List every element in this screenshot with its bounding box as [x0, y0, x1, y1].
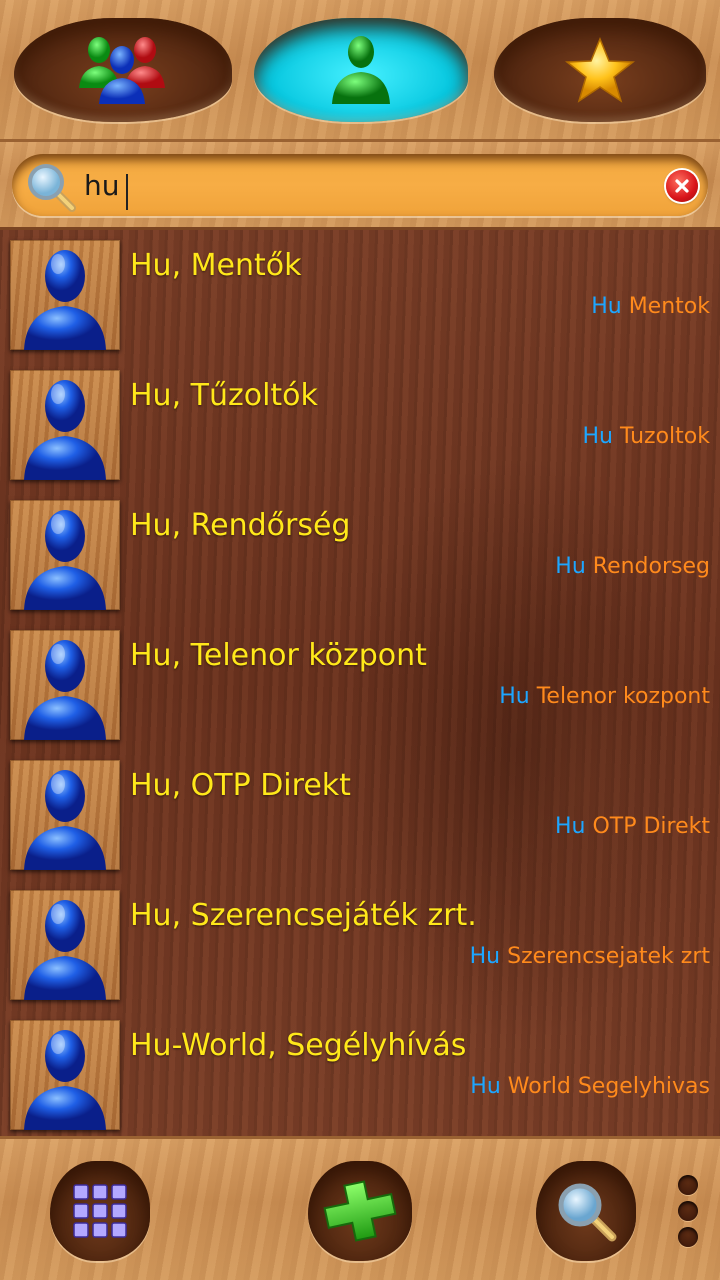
contact-row[interactable]: Hu, Tűzoltók Hu Tuzoltok: [0, 360, 720, 490]
contact-name: Hu-World, Segélyhívás: [130, 1028, 467, 1063]
bottom-toolbar: [0, 1136, 720, 1280]
contact-row[interactable]: Hu, Mentők Hu Mentok: [0, 230, 720, 360]
contact-person-icon: [332, 36, 390, 104]
magnifier-icon: [558, 1183, 617, 1242]
contact-avatar-icon: [24, 250, 106, 350]
contact-avatar-icon: [24, 380, 106, 480]
contact-avatar-icon: [24, 640, 106, 740]
contact-row[interactable]: Hu, Rendőrség Hu Rendorseg: [0, 490, 720, 620]
contact-avatar[interactable]: [10, 760, 120, 870]
keypad-icon: [73, 1184, 127, 1238]
contact-name: Hu, Mentők: [130, 248, 302, 283]
contact-subtitle: Hu Tuzoltok: [583, 424, 711, 449]
close-icon: [675, 179, 689, 193]
group-people-icon: [79, 37, 165, 104]
search-bar: [0, 142, 720, 230]
search-button[interactable]: [536, 1161, 636, 1261]
contact-subtitle: Hu Telenor kozpont: [499, 684, 710, 709]
clear-search-button[interactable]: [666, 170, 698, 202]
contact-match-detail: Rendorseg: [592, 554, 710, 579]
contact-match-detail: Tuzoltok: [620, 424, 710, 449]
contact-avatar[interactable]: [10, 500, 120, 610]
contact-match-key: Hu: [555, 554, 586, 579]
contact-match-detail: World Segelyhivas: [507, 1074, 710, 1099]
contact-match-key: Hu: [470, 1074, 501, 1099]
contact-name: Hu, Tűzoltók: [130, 378, 318, 413]
contact-match-detail: Mentok: [628, 294, 710, 319]
tab-contacts[interactable]: [254, 18, 468, 122]
contact-subtitle: Hu Szerencsejatek zrt: [470, 944, 710, 969]
contact-match-detail: Telenor kozpont: [536, 684, 710, 709]
contact-subtitle: Hu Rendorseg: [555, 554, 710, 579]
text-caret: [126, 174, 128, 210]
add-contact-button[interactable]: [308, 1161, 412, 1261]
overflow-menu-button[interactable]: [670, 1167, 706, 1259]
contact-row[interactable]: Hu, Szerencsejáték zrt. Hu Szerencsejate…: [0, 880, 720, 1010]
contact-match-key: Hu: [582, 424, 614, 449]
search-field: [12, 154, 708, 216]
overflow-menu-icon: [678, 1175, 698, 1195]
contact-avatar-icon: [24, 510, 106, 610]
contact-avatar[interactable]: [10, 240, 120, 350]
tab-groups[interactable]: [14, 18, 232, 122]
top-tab-bar: [0, 0, 720, 142]
contact-subtitle: Hu OTP Direkt: [555, 814, 710, 839]
contact-row[interactable]: Hu, OTP Direkt Hu OTP Direkt: [0, 750, 720, 880]
contact-match-detail: OTP Direkt: [592, 814, 710, 839]
search-icon: [28, 164, 76, 212]
contact-avatar[interactable]: [10, 370, 120, 480]
contact-avatar-icon: [24, 770, 106, 870]
contact-row[interactable]: Hu, Telenor központ Hu Telenor kozpont: [0, 620, 720, 750]
contact-name: Hu, Rendőrség: [130, 508, 351, 543]
overflow-menu-dot: [678, 1201, 698, 1221]
contact-avatar[interactable]: [10, 630, 120, 740]
contact-avatar[interactable]: [10, 890, 120, 1000]
search-input[interactable]: [82, 164, 646, 206]
contact-avatar-icon: [24, 1030, 106, 1130]
contact-name: Hu, Telenor központ: [130, 638, 427, 673]
contact-match-key: Hu: [554, 814, 586, 839]
star-icon: [565, 37, 635, 103]
contact-name: Hu, OTP Direkt: [130, 768, 351, 803]
contact-match-key: Hu: [469, 944, 501, 969]
contact-name: Hu, Szerencsejáték zrt.: [130, 898, 477, 933]
contact-subtitle: Hu Mentok: [591, 294, 710, 319]
contact-subtitle: Hu World Segelyhivas: [470, 1074, 710, 1099]
contact-avatar-icon: [24, 900, 106, 1000]
contact-list[interactable]: Hu, Mentők Hu Mentok Hu, Tűzoltók Hu Tuz…: [0, 230, 720, 1136]
tab-favorites[interactable]: [494, 18, 706, 122]
contact-match-key: Hu: [591, 294, 622, 319]
contact-match-key: Hu: [499, 684, 530, 709]
keypad-button[interactable]: [50, 1161, 150, 1261]
contact-avatar[interactable]: [10, 1020, 120, 1130]
contact-match-detail: Szerencsejatek zrt: [507, 944, 710, 969]
overflow-menu-dot: [678, 1227, 698, 1247]
plus-icon: [323, 1180, 397, 1242]
contact-row[interactable]: Hu-World, Segélyhívás Hu World Segelyhiv…: [0, 1010, 720, 1136]
